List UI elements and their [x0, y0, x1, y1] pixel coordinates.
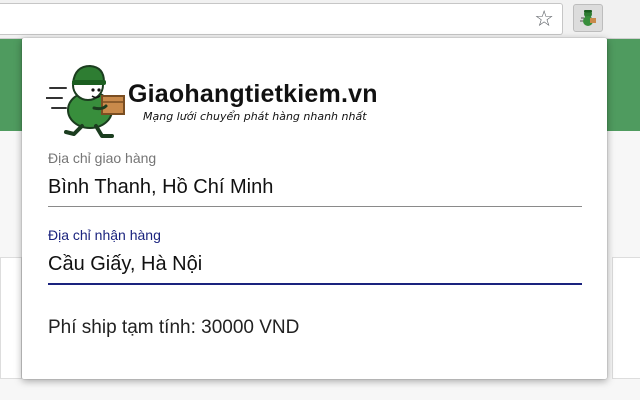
extension-button[interactable] — [573, 4, 603, 32]
delivery-address-field: Địa chỉ nhận hàng — [48, 227, 582, 287]
star-icon[interactable]: ☆ — [534, 7, 554, 31]
pickup-address-label: Địa chỉ giao hàng — [48, 150, 157, 166]
brand-slogan: Mạng lưới chuyển phát hàng nhanh nhất — [143, 110, 367, 123]
brand-name: Giaohangtietkiem.vn — [128, 80, 378, 108]
delivery-address-label: Địa chỉ nhận hàng — [48, 227, 161, 243]
shipping-fee-estimate: Phí ship tạm tính: 30000 VND — [48, 317, 300, 338]
browser-toolbar: ☆ — [0, 0, 640, 39]
brand-logo: Giaohangtietkiem.vn Mạng lưới chuyển phá… — [46, 58, 386, 138]
address-bar[interactable]: ☆ — [0, 3, 563, 35]
delivery-address-underline — [48, 283, 582, 285]
pickup-address-input[interactable] — [48, 172, 582, 202]
pickup-address-field: Địa chỉ giao hàng — [48, 150, 582, 210]
extension-popup: Giaohangtietkiem.vn Mạng lưới chuyển phá… — [22, 38, 607, 379]
delivery-address-input[interactable] — [48, 249, 582, 279]
browser-window: ☆ Giaohangtietkiem.vn Mạng lưới chuyển p… — [0, 0, 640, 400]
page-card — [612, 257, 640, 379]
shipper-mascot-icon — [46, 64, 125, 138]
pickup-address-underline — [48, 206, 582, 207]
shipper-mascot-icon — [580, 10, 596, 26]
page-card — [0, 257, 22, 379]
